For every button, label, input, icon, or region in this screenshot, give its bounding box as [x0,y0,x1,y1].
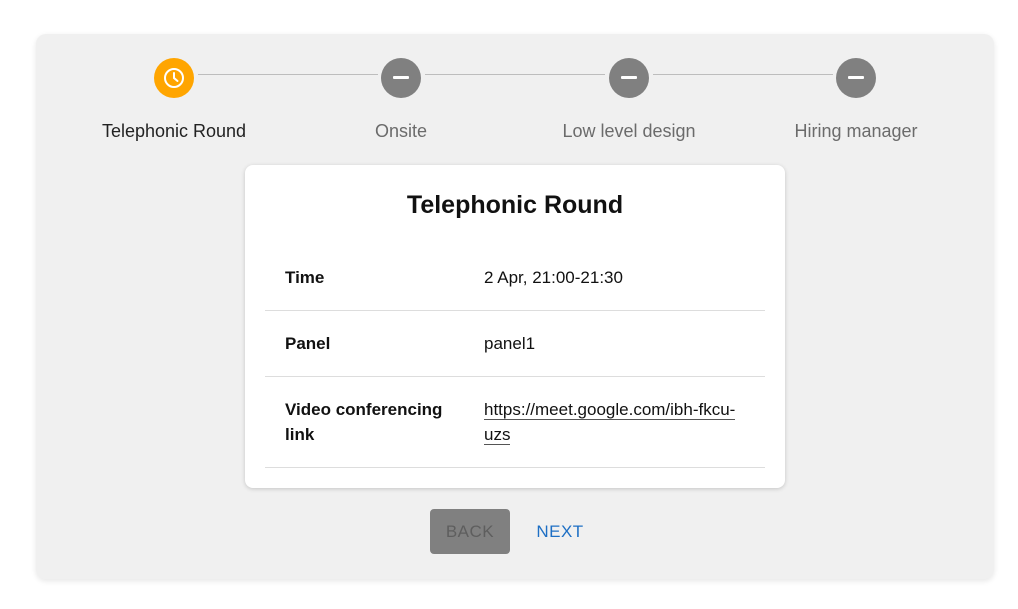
detail-value: https://meet.google.com/ibh-fkcu-uzs [484,397,754,447]
step-connector [425,74,605,75]
step-3-indicator [609,58,649,98]
minus-icon [621,76,637,79]
minus-icon [393,76,409,79]
next-button[interactable]: NEXT [524,509,596,554]
detail-row-time: Time 2 Apr, 21:00-21:30 [265,245,765,311]
detail-row-panel: Panel panel1 [265,311,765,377]
step-1-indicator [154,58,194,98]
detail-value: 2 Apr, 21:00-21:30 [484,268,623,287]
card-title: Telephonic Round [406,191,624,219]
detail-value: panel1 [484,334,536,353]
step-2-label: Onsite [374,121,428,141]
step-connector [653,74,833,75]
interview-details-card: Telephonic Round Time 2 Apr, 21:00-21:30… [245,165,785,488]
detail-row-video-link: Video conferencing link https://meet.goo… [265,377,765,468]
step-4-indicator [836,58,876,98]
minus-icon [848,76,864,79]
step-4-label: Hiring manager [794,121,918,141]
back-button[interactable]: BACK [430,509,510,554]
clock-icon [164,68,184,88]
step-2-indicator [381,58,421,98]
step-3-label: Low level design [562,121,696,141]
detail-key: Video conferencing link [285,400,443,444]
detail-key: Panel [285,334,331,353]
video-conferencing-link[interactable]: https://meet.google.com/ibh-fkcu-uzs [484,400,736,445]
step-1-label: Telephonic Round [101,121,247,141]
detail-key: Time [285,268,325,287]
step-connector [198,74,378,75]
